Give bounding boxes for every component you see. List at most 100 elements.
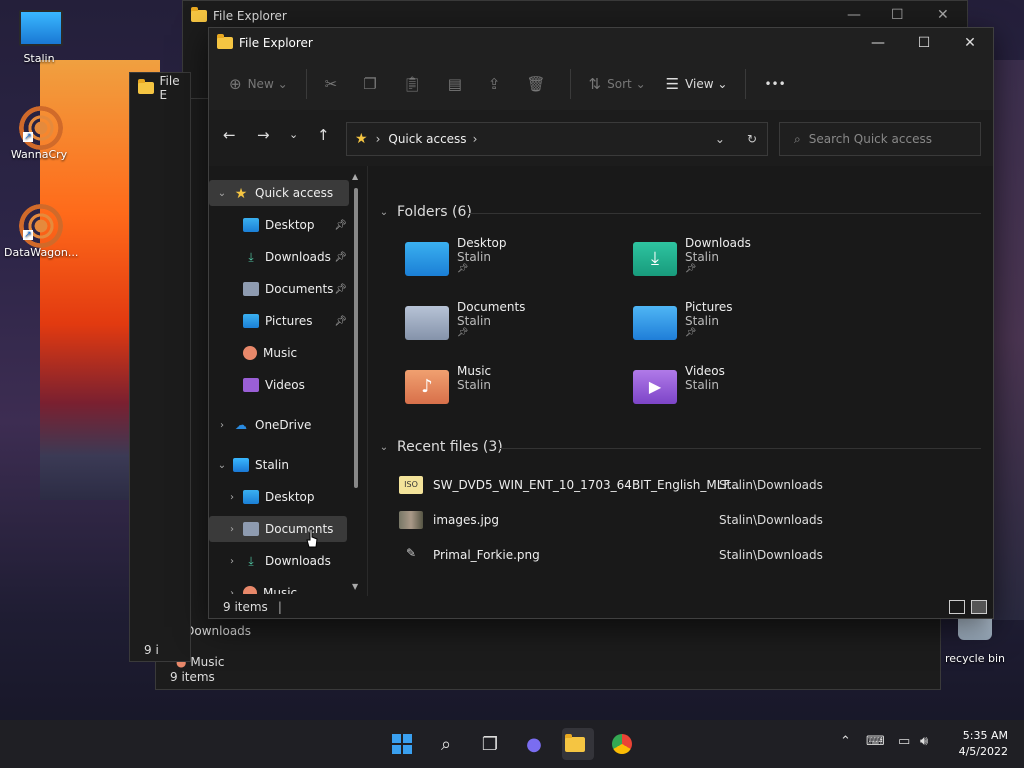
- chevron-right-icon[interactable]: ›: [225, 588, 239, 595]
- refresh-icon[interactable]: ↻: [747, 132, 757, 146]
- sidebar-item-stalin[interactable]: ⌄ Stalin: [209, 452, 349, 478]
- folder-tile-desktop[interactable]: Desktop Stalin 📌︎: [405, 236, 605, 286]
- pictures-folder-icon: [633, 306, 677, 340]
- up-arrow-icon[interactable]: ↑: [317, 126, 330, 144]
- sidebar-item-downloads[interactable]: ⤓ Downloads 📌︎: [209, 244, 349, 270]
- divider: [745, 69, 747, 99]
- chevron-down-icon[interactable]: ⌄: [215, 188, 229, 199]
- share-button[interactable]: ⇪: [478, 66, 517, 102]
- sort-button[interactable]: ⇅ Sort ⌄: [579, 66, 656, 102]
- view-label: View: [685, 77, 714, 91]
- recent-files-group-header[interactable]: ⌄ Recent files (3): [377, 439, 503, 455]
- folder-tile-downloads[interactable]: ⤓ Downloads Stalin 📌︎: [633, 236, 833, 286]
- pin-icon: 📌︎: [685, 328, 697, 338]
- pin-icon: 📌︎: [334, 283, 347, 295]
- chevron-right-icon[interactable]: ›: [225, 492, 239, 503]
- sidebar-item-label: Desktop: [265, 218, 315, 232]
- view-button[interactable]: ☰ View ⌄: [656, 66, 738, 102]
- folder-owner: Stalin: [457, 314, 491, 328]
- minimize-icon[interactable]: —: [847, 7, 861, 23]
- copy-button[interactable]: ❐: [353, 66, 392, 102]
- sidebar-item-quick-access[interactable]: ⌄ ★ Quick access: [209, 180, 349, 206]
- recent-file-row[interactable]: images.jpg Stalin\Downloads: [399, 507, 979, 533]
- chevron-right-icon: ›: [375, 132, 381, 146]
- file-explorer-taskbar-button[interactable]: [562, 728, 594, 760]
- image-file-icon: [399, 511, 423, 529]
- close-button[interactable]: ✕: [947, 28, 993, 58]
- scroll-up-icon[interactable]: ▲: [352, 172, 358, 181]
- sidebar-item-pictures[interactable]: Pictures 📌︎: [209, 308, 349, 334]
- chrome-icon: [612, 734, 632, 754]
- pin-icon: 📌︎: [457, 328, 469, 338]
- desktop-icon-wannacry[interactable]: ↗ WannaCry: [4, 106, 74, 161]
- scroll-down-icon[interactable]: ▼: [352, 582, 358, 591]
- address-location[interactable]: Quick access: [388, 132, 466, 146]
- address-row: ← → ⌄ ↑ ★ › Quick access › ⌄ ↻ ⌕ Search …: [209, 110, 993, 166]
- sidebar-item-stalin-downloads[interactable]: › ⤓ Downloads: [209, 548, 349, 574]
- chevron-right-icon[interactable]: ›: [225, 524, 239, 535]
- divider: |: [277, 600, 282, 614]
- sidebar-item-documents[interactable]: Documents 📌︎: [209, 276, 349, 302]
- chevron-down-icon[interactable]: ⌄: [215, 460, 229, 471]
- recent-file-row[interactable]: ✎ Primal_Forkie.png Stalin\Downloads: [399, 542, 979, 568]
- network-icon[interactable]: ▭: [898, 734, 910, 749]
- chevron-right-icon[interactable]: ›: [225, 556, 239, 567]
- more-button[interactable]: •••: [754, 66, 795, 102]
- desktop-icon-stalin[interactable]: Stalin: [4, 10, 74, 65]
- sidebar-item-stalin-documents[interactable]: › Documents: [209, 516, 347, 542]
- minimize-button[interactable]: —: [855, 28, 901, 58]
- tiles-view-icon[interactable]: [971, 600, 987, 614]
- background-window-3[interactable]: File E 9 i: [129, 72, 191, 662]
- file-name: images.jpg: [433, 513, 500, 527]
- chat-button[interactable]: ●: [518, 728, 550, 760]
- file-explorer-window[interactable]: File Explorer — ☐ ✕ ⊕ New ⌄ ✂ ❐ 📋︎ ▤ ⇪ 🗑︎…: [208, 27, 994, 619]
- clock[interactable]: 5:35 AM 4/5/2022: [948, 728, 1008, 760]
- chevron-down-icon[interactable]: ⌄: [715, 132, 725, 146]
- recent-file-row[interactable]: ISO SW_DVD5_WIN_ENT_10_1703_64BIT_Englis…: [399, 472, 979, 498]
- address-bar[interactable]: ★ › Quick access › ⌄ ↻: [346, 122, 768, 156]
- folders-group-header[interactable]: ⌄ Folders (6): [377, 204, 472, 220]
- back-arrow-icon[interactable]: ←: [223, 126, 236, 144]
- recent-locations-chevron-icon[interactable]: ⌄: [289, 128, 298, 141]
- sort-icon: ⇅: [588, 75, 602, 93]
- volume-icon[interactable]: 🔊︎: [920, 734, 928, 749]
- navigation-pane[interactable]: ⌄ ★ Quick access Desktop 📌︎ ⤓ Downloads 📌︎ Do…: [209, 174, 359, 594]
- close-icon[interactable]: ✕: [937, 7, 949, 23]
- folder-tile-documents[interactable]: Documents Stalin 📌︎: [405, 300, 605, 350]
- search-placeholder: Search Quick access: [808, 132, 932, 146]
- rename-button[interactable]: ▤: [438, 66, 478, 102]
- show-hidden-icons-chevron-icon[interactable]: ⌃: [840, 734, 851, 749]
- maximize-icon[interactable]: ☐: [891, 7, 904, 23]
- desktop-icon-datawagon[interactable]: ↗ DataWagon...: [4, 204, 78, 259]
- folder-tile-music[interactable]: ♪ Music Stalin: [405, 364, 605, 414]
- folder-tile-videos[interactable]: ▶ Videos Stalin: [633, 364, 833, 414]
- sidebar-item-desktop[interactable]: Desktop 📌︎: [209, 212, 349, 238]
- sidebar-item-videos[interactable]: Videos: [209, 372, 349, 398]
- sidebar-scrollbar[interactable]: ▲ ▼: [352, 172, 360, 598]
- details-view-icon[interactable]: [949, 600, 965, 614]
- task-view-button[interactable]: ❐: [474, 728, 506, 760]
- maximize-button[interactable]: ☐: [901, 28, 947, 58]
- sidebar-item-onedrive[interactable]: › ☁ OneDrive: [209, 412, 349, 438]
- content-pane[interactable]: ⌄ Folders (6) Desktop Stalin 📌︎ ⤓ Downloads…: [369, 166, 993, 596]
- paste-button[interactable]: 📋︎: [393, 66, 438, 102]
- scrollbar-thumb[interactable]: [354, 188, 358, 488]
- keyboard-icon[interactable]: ⌨: [866, 734, 885, 749]
- search-input[interactable]: ⌕ Search Quick access: [779, 122, 981, 156]
- sidebar-item-stalin-desktop[interactable]: › Desktop: [209, 484, 349, 510]
- delete-button[interactable]: 🗑︎: [517, 66, 562, 102]
- file-location: Stalin\Downloads: [719, 513, 823, 527]
- forward-arrow-icon[interactable]: →: [257, 126, 270, 144]
- chrome-taskbar-button[interactable]: [606, 728, 638, 760]
- new-button[interactable]: ⊕ New ⌄: [219, 66, 298, 102]
- sidebar-item-music[interactable]: Music: [209, 340, 349, 366]
- search-button[interactable]: ⌕: [430, 728, 462, 760]
- chevron-right-icon[interactable]: ›: [215, 420, 229, 431]
- rename-icon: ▤: [447, 75, 462, 93]
- sidebar-item-stalin-music[interactable]: › Music: [209, 580, 349, 594]
- start-button[interactable]: [386, 728, 418, 760]
- cut-button[interactable]: ✂: [315, 66, 354, 102]
- documents-folder-icon: [405, 306, 449, 340]
- command-bar: ⊕ New ⌄ ✂ ❐ 📋︎ ▤ ⇪ 🗑︎ ⇅ Sort ⌄ ☰ View ⌄ •••: [209, 58, 993, 110]
- folder-tile-pictures[interactable]: Pictures Stalin 📌︎: [633, 300, 833, 350]
